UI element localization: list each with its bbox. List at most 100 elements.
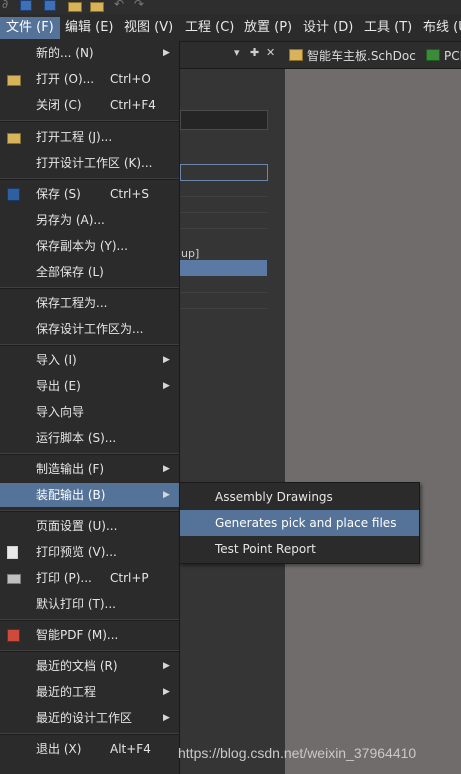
schematic-doc-icon (289, 49, 303, 61)
tab-pcb[interactable]: PCB (426, 47, 461, 65)
menu-item-recent-projects[interactable]: 最近的工程 ▶ (0, 680, 179, 704)
menu-item-label: 制造输出 (F) (36, 462, 105, 476)
menu-item-label: 全部保存 (L) (36, 265, 104, 279)
menu-item-save-all[interactable]: 全部保存 (L) (0, 260, 179, 284)
menu-separator (0, 733, 179, 735)
menu-item-recent-documents[interactable]: 最近的文档 (R) ▶ (0, 654, 179, 678)
menu-item-save[interactable]: 保存 (S) Ctrl+S (0, 182, 179, 206)
app-icon[interactable]: ∂ (2, 0, 8, 10)
menu-item-save-workspace-as[interactable]: 保存设计工作区为... (0, 317, 179, 341)
panel-menu-icon[interactable]: ▾ (234, 46, 240, 59)
menu-route[interactable]: 布线 (U (417, 17, 461, 39)
tab-schdoc[interactable]: 智能车主板.SchDoc (289, 47, 416, 65)
menu-item-label: 保存 (S) (36, 187, 81, 201)
close-panel-icon[interactable]: ✕ (266, 46, 275, 59)
pcb-doc-icon (426, 49, 440, 61)
document-tab-strip: ▾ ✚ ✕ 智能车主板.SchDoc PCB (180, 42, 461, 69)
pdf-icon (7, 629, 20, 642)
menu-item-close[interactable]: 关闭 (C) Ctrl+F4 (0, 93, 179, 117)
menu-item-open[interactable]: 打开 (O)... Ctrl+O (0, 67, 179, 91)
submenu-arrow-icon: ▶ (163, 381, 170, 391)
menu-item-label: 最近的文档 (R) (36, 659, 118, 673)
menu-item-label: 退出 (X) (36, 742, 82, 756)
submenu-arrow-icon: ▶ (163, 464, 170, 474)
menu-separator (0, 344, 179, 346)
menu-item-label: 打开 (O)... (36, 72, 95, 86)
menu-separator (0, 453, 179, 455)
save-all-icon[interactable] (44, 0, 56, 11)
menu-item-label: 保存设计工作区为... (36, 322, 144, 336)
submenu-item-assembly-drawings[interactable]: Assembly Drawings (180, 484, 419, 510)
submenu-arrow-icon: ▶ (163, 490, 170, 500)
menu-item-page-setup[interactable]: 页面设置 (U)... (0, 514, 179, 538)
menu-item-label: 保存副本为 (Y)... (36, 239, 128, 253)
menu-item-new[interactable]: 新的... (N) ▶ (0, 41, 179, 65)
submenu-item-label: Test Point Report (215, 542, 316, 556)
menu-file[interactable]: 文件 (F) (0, 17, 60, 39)
redo-icon[interactable]: ↷ (134, 0, 144, 10)
save-icon[interactable] (20, 0, 32, 11)
panel-selected-row[interactable] (180, 164, 268, 181)
quick-access-toolbar: ∂ ↶ ↷ (0, 0, 461, 14)
menu-item-label: 运行脚本 (S)... (36, 431, 117, 445)
menu-item-shortcut: Ctrl+P (110, 571, 149, 585)
menu-tools[interactable]: 工具 (T) (358, 17, 418, 39)
menu-item-import-wizard[interactable]: 导入向导 (0, 400, 179, 424)
panel-row-text: up] (181, 247, 200, 260)
menu-item-import[interactable]: 导入 (I) ▶ (0, 348, 179, 372)
menu-item-fabrication-outputs[interactable]: 制造输出 (F) ▶ (0, 457, 179, 481)
assembly-outputs-submenu: Assembly Drawings Generates pick and pla… (179, 482, 420, 564)
file-menu: 新的... (N) ▶ 打开 (O)... Ctrl+O 关闭 (C) Ctrl… (0, 41, 180, 774)
tab-pcb-label: PCB (444, 49, 461, 63)
menu-separator (0, 120, 179, 122)
pin-icon[interactable]: ✚ (250, 46, 259, 59)
menu-item-label: 智能PDF (M)... (36, 628, 119, 642)
menu-item-label: 最近的工程 (36, 685, 97, 699)
menu-place[interactable]: 放置 (P) (238, 17, 298, 39)
menu-item-print[interactable]: 打印 (P)... Ctrl+P (0, 566, 179, 590)
menu-item-recent-workspaces[interactable]: 最近的设计工作区 ▶ (0, 706, 179, 730)
open-project-icon[interactable] (90, 2, 104, 12)
menu-item-label: 关闭 (C) (36, 98, 82, 112)
panel-search-input[interactable] (180, 110, 268, 130)
save-icon (7, 188, 20, 201)
submenu-item-pick-and-place[interactable]: Generates pick and place files (180, 510, 419, 536)
menu-item-label: 导入向导 (36, 405, 85, 419)
menu-item-run-script[interactable]: 运行脚本 (S)... (0, 426, 179, 450)
menu-design[interactable]: 设计 (D) (297, 17, 359, 39)
submenu-arrow-icon: ▶ (163, 355, 170, 365)
open-folder-icon[interactable] (68, 2, 82, 12)
undo-icon[interactable]: ↶ (114, 0, 124, 10)
menu-item-open-workspace[interactable]: 打开设计工作区 (K)... (0, 151, 179, 175)
menu-separator (0, 287, 179, 289)
menu-edit[interactable]: 编辑 (E) (59, 17, 120, 39)
menu-item-shortcut: Alt+F4 (110, 742, 151, 756)
panel-highlighted-row[interactable] (180, 260, 267, 276)
menu-item-shortcut: Ctrl+O (110, 72, 151, 86)
menu-item-default-print[interactable]: 默认打印 (T)... (0, 592, 179, 616)
menu-item-print-preview[interactable]: 打印预览 (V)... (0, 540, 179, 564)
open-project-icon (7, 133, 21, 144)
editor-canvas[interactable] (285, 69, 461, 774)
panel-divider (180, 308, 267, 309)
menu-item-open-project[interactable]: 打开工程 (J)... (0, 125, 179, 149)
menu-view[interactable]: 视图 (V) (118, 17, 179, 39)
submenu-arrow-icon: ▶ (163, 48, 170, 58)
menu-item-save-project-as[interactable]: 保存工程为... (0, 291, 179, 315)
panel-divider (180, 292, 267, 293)
tab-schdoc-label: 智能车主板.SchDoc (307, 49, 416, 63)
watermark-url: https://blog.csdn.net/weixin_37964410 (178, 745, 417, 761)
menu-item-shortcut: Ctrl+S (110, 187, 150, 201)
printer-icon (7, 574, 21, 584)
menu-separator (0, 619, 179, 621)
menu-item-label: 新的... (N) (36, 46, 94, 60)
menu-item-smart-pdf[interactable]: 智能PDF (M)... (0, 623, 179, 647)
menu-item-save-copy-as[interactable]: 保存副本为 (Y)... (0, 234, 179, 258)
menu-item-assembly-outputs[interactable]: 装配输出 (B) ▶ (0, 483, 179, 507)
menu-item-exit[interactable]: 退出 (X) Alt+F4 (0, 737, 179, 761)
menu-item-label: 页面设置 (U)... (36, 519, 118, 533)
menu-item-save-as[interactable]: 另存为 (A)... (0, 208, 179, 232)
submenu-item-test-point-report[interactable]: Test Point Report (180, 536, 419, 562)
menu-project[interactable]: 工程 (C) (179, 17, 240, 39)
menu-item-export[interactable]: 导出 (E) ▶ (0, 374, 179, 398)
